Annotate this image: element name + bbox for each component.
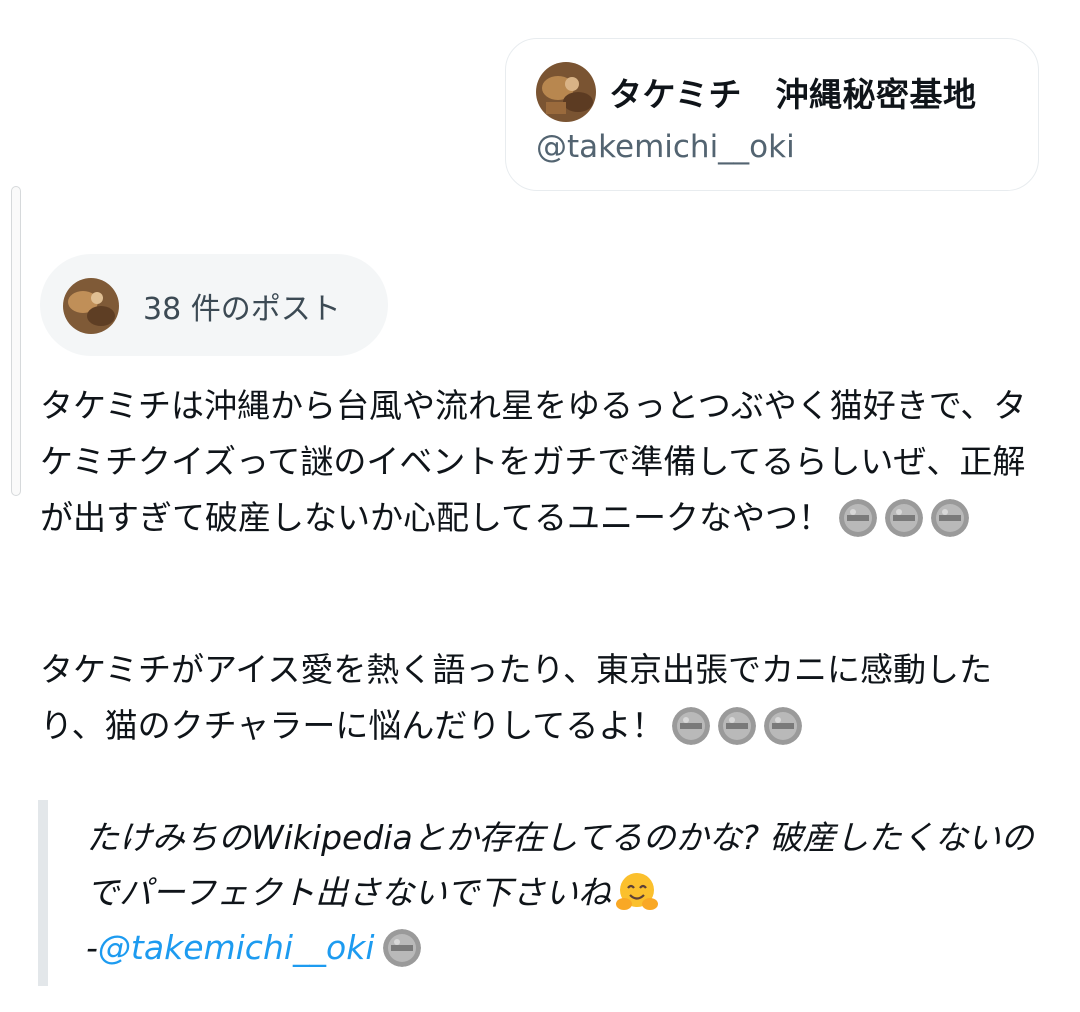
user-avatar[interactable]: [536, 62, 596, 122]
user-display-name[interactable]: タケミチ 沖縄秘密基地: [609, 68, 977, 116]
author-avatar-icon: [382, 929, 421, 967]
quote-author-link[interactable]: @takemichi__oki: [98, 928, 375, 967]
post-count-pill[interactable]: 38 件のポスト: [40, 254, 388, 356]
summary-text-1: タケミチは沖縄から台風や流れ星をゆるっとつぶやく猫好きで、タケミチクイズって謎の…: [40, 386, 1027, 537]
face-emoji-icon: [931, 499, 970, 537]
user-handle[interactable]: @takemichi__oki: [536, 129, 795, 165]
quote-author-line: -@takemichi__oki: [86, 920, 421, 976]
summary-text-2: タケミチがアイス愛を熱く語ったり、東京出張でカニに感動したり、猫のクチャラーに悩…: [40, 650, 993, 745]
quote-dash: -: [86, 928, 98, 967]
quoted-post: たけみちのWikipediaとか存在してるのかな? 破産したくないのでパーフェク…: [86, 810, 1056, 920]
face-emoji-icon: [764, 707, 803, 745]
scrollbar[interactable]: [11, 186, 21, 496]
quote-text: たけみちのWikipediaとか存在してるのかな? 破産したくないのでパーフェク…: [86, 818, 1034, 912]
hugging-face-emoji-icon: [615, 870, 659, 914]
post-count-label: 38 件のポスト: [143, 292, 341, 327]
face-emoji-icon: [718, 707, 757, 745]
summary-paragraph-1: タケミチは沖縄から台風や流れ星をゆるっとつぶやく猫好きで、タケミチクイズって謎の…: [40, 378, 1050, 546]
summary-paragraph-2: タケミチがアイス愛を熱く語ったり、東京出張でカニに感動したり、猫のクチャラーに悩…: [40, 642, 1050, 754]
face-emoji-icon: [839, 499, 878, 537]
user-card[interactable]: タケミチ 沖縄秘密基地 @takemichi__oki: [505, 38, 1039, 191]
face-emoji-icon: [672, 707, 711, 745]
face-emoji-icon: [885, 499, 924, 537]
quote-bar: [38, 800, 48, 986]
post-thumbnail-avatar: [63, 278, 119, 334]
